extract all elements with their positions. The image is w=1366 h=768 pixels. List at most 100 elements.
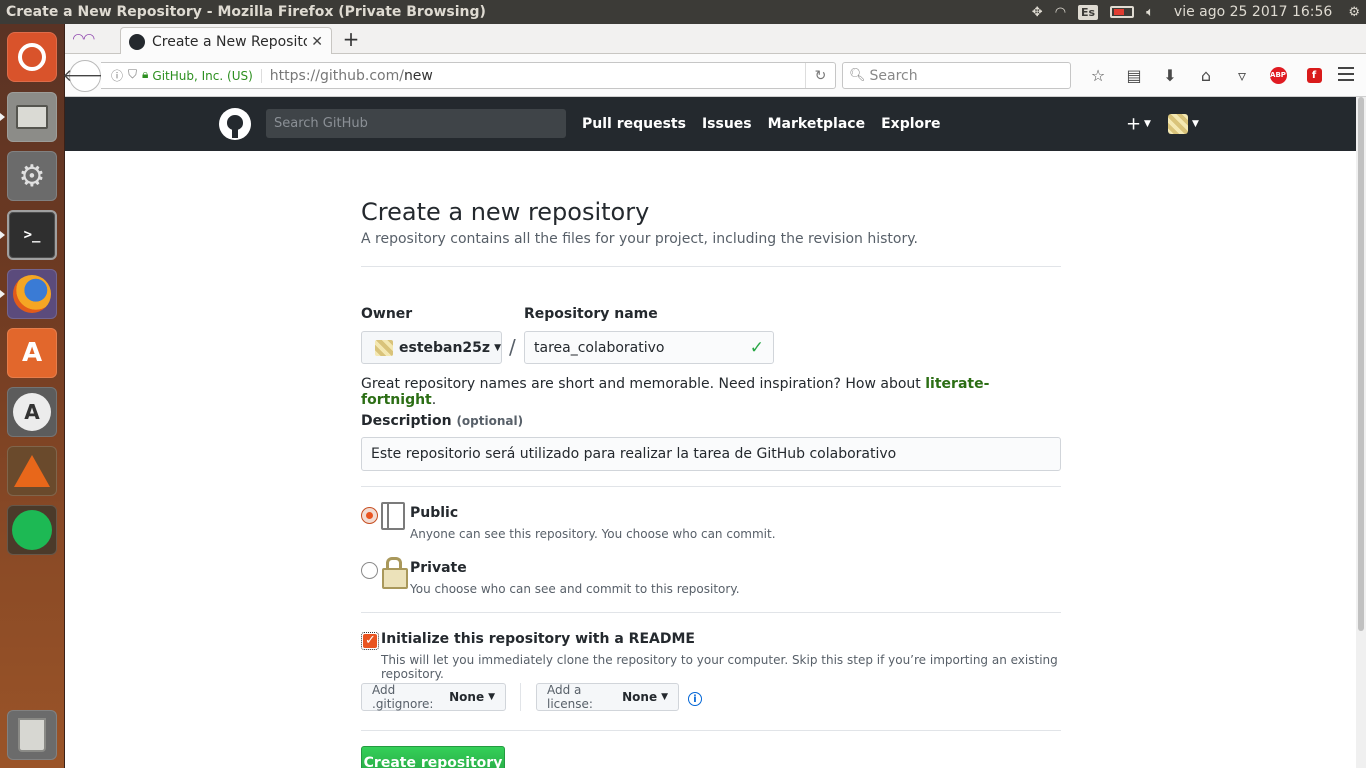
nav-marketplace[interactable]: Marketplace (768, 116, 865, 132)
create-new-dropdown[interactable]: + ▼ (1126, 113, 1151, 135)
owner-select[interactable]: esteban25z ▼ (361, 331, 502, 364)
hamburger-menu-icon[interactable] (1338, 67, 1354, 81)
visibility-public-title[interactable]: Public (410, 505, 458, 521)
github-search-input[interactable]: Search GitHub (266, 109, 566, 138)
description-label: Description (optional) (361, 413, 523, 429)
license-value: None (622, 690, 658, 704)
hint-text: Great repository names are short and mem… (361, 376, 926, 392)
browser-nav-bar: 🡐 ⓘ ⛉ 🔒︎ GitHub, Inc. (US) https://githu… (62, 54, 1366, 97)
page-scrollbar[interactable] (1356, 97, 1366, 768)
browser-search-input[interactable]: 🔍︎ Search (842, 62, 1071, 89)
battery-icon[interactable] (1104, 0, 1140, 24)
github-logo-icon[interactable] (219, 108, 251, 140)
close-icon[interactable]: ✕ (311, 34, 323, 50)
reload-icon[interactable]: ↻ (805, 63, 835, 88)
running-indicator (0, 290, 5, 298)
system-tray: ✥ ◠ Es 🔈︎ vie ago 25 2017 16:56 ⚙ (1026, 0, 1366, 24)
volume-muted-icon[interactable]: 🔈︎ (1140, 0, 1160, 24)
new-tab-button[interactable]: + (339, 27, 363, 51)
divider (361, 266, 1061, 267)
bookmark-star-icon[interactable]: ☆ (1080, 64, 1116, 86)
tab-title: Create a New Reposito (152, 33, 308, 50)
init-readme-checkbox[interactable]: ✓ (361, 632, 379, 650)
nav-explore[interactable]: Explore (881, 116, 940, 132)
url-bar[interactable]: ⓘ ⛉ 🔒︎ GitHub, Inc. (US) https://github.… (101, 62, 836, 89)
running-indicator (0, 231, 5, 239)
lock-icon (381, 557, 408, 589)
software-updater-icon[interactable]: A (7, 387, 57, 437)
browser-toolbar: ☆ ▤ ⬇ ⌂ ▿ ABP f (1080, 64, 1332, 86)
divider (361, 612, 1061, 613)
create-repository-button[interactable]: Create repository (361, 746, 505, 768)
system-settings-icon[interactable]: ⚙ (7, 151, 57, 201)
license-select[interactable]: Add a license: None ▼ (536, 683, 679, 711)
gitignore-value: None (449, 690, 485, 704)
home-icon[interactable]: ⌂ (1188, 64, 1224, 86)
spotify-icon[interactable] (7, 505, 57, 555)
browser-tab-bar: ◠◠ Create a New Reposito ✕ + (65, 24, 1366, 55)
visibility-public-note: Anyone can see this repository. You choo… (410, 527, 776, 541)
description-input[interactable]: Este repositorio será utilizado para rea… (361, 437, 1061, 471)
caret-down-icon: ▼ (1141, 119, 1151, 129)
trash-icon[interactable] (7, 710, 57, 760)
scrollbar-thumb[interactable] (1358, 97, 1364, 631)
adblock-plus-icon[interactable]: ABP (1260, 64, 1296, 86)
ubuntu-dash-icon[interactable] (7, 32, 57, 82)
downloads-icon[interactable]: ⬇ (1152, 64, 1188, 86)
owner-label: Owner (361, 306, 413, 322)
wifi-icon[interactable]: ◠ (1049, 0, 1072, 24)
url-host: https://github.com/ (269, 67, 404, 84)
site-identity-label[interactable]: GitHub, Inc. (US) (152, 68, 262, 83)
divider (361, 486, 1061, 487)
info-icon[interactable]: ⓘ (111, 67, 123, 84)
tracking-shield-icon[interactable]: ⛉ (128, 67, 137, 84)
visibility-private-note: You choose who can see and commit to thi… (410, 582, 740, 596)
site-info-icons[interactable]: ⓘ ⛉ 🔒︎ (101, 67, 152, 84)
check-icon: ✓ (749, 337, 764, 358)
nav-pull-requests[interactable]: Pull requests (582, 116, 686, 132)
terminal-icon[interactable]: >_ (7, 210, 57, 260)
gitignore-label: Add .gitignore: (372, 683, 434, 711)
caret-down-icon: ▼ (661, 692, 668, 702)
repo-name-input[interactable]: tarea_colaborativo ✓ (524, 331, 774, 364)
page-subtitle: A repository contains all the files for … (361, 231, 918, 247)
clock[interactable]: vie ago 25 2017 16:56 (1160, 4, 1342, 20)
github-nav: Pull requests Issues Marketplace Explore (582, 97, 941, 151)
divider (361, 730, 1061, 731)
description-value: Este repositorio será utilizado para rea… (371, 446, 897, 462)
avatar (375, 339, 393, 356)
url-text[interactable]: https://github.com/new (270, 68, 805, 84)
visibility-private-title[interactable]: Private (410, 560, 467, 576)
init-readme-label[interactable]: Initialize this repository with a README (381, 631, 695, 647)
flash-plugin-icon[interactable]: f (1296, 64, 1332, 86)
repo-name-hint: Great repository names are short and mem… (361, 376, 1061, 408)
info-icon[interactable]: i (688, 692, 702, 706)
keyboard-layout-indicator[interactable]: Es (1072, 0, 1104, 24)
bookmarks-menu-icon[interactable]: ▤ (1116, 64, 1152, 86)
search-icon: 🔍︎ (849, 68, 866, 83)
firefox-icon[interactable] (7, 269, 57, 319)
files-icon[interactable] (7, 92, 57, 142)
gear-icon[interactable]: ⚙ (1342, 0, 1366, 24)
software-center-icon[interactable]: A (7, 328, 57, 378)
tab-active[interactable]: Create a New Reposito ✕ (120, 27, 332, 55)
github-favicon-icon (129, 33, 145, 50)
nav-issues[interactable]: Issues (702, 116, 752, 132)
owner-repo-separator: / (509, 335, 516, 359)
github-header: Search GitHub Pull requests Issues Marke… (65, 97, 1356, 151)
back-button[interactable]: 🡐 (62, 60, 108, 92)
avatar (1168, 114, 1188, 134)
check-icon: ✓ (365, 633, 376, 648)
lock-icon: 🔒︎ (142, 67, 149, 81)
window-title: Create a New Repository - Mozilla Firefo… (6, 4, 486, 20)
visibility-private-radio[interactable] (361, 562, 378, 579)
plus-icon: + (1126, 113, 1142, 135)
pocket-icon[interactable]: ▿ (1224, 64, 1260, 86)
repo-book-icon (381, 502, 405, 530)
user-menu-dropdown[interactable]: ▼ (1168, 114, 1199, 134)
dropbox-icon[interactable]: ✥ (1026, 0, 1049, 24)
visibility-public-radio[interactable] (361, 507, 378, 524)
gitignore-select[interactable]: Add .gitignore: None ▼ (361, 683, 506, 711)
divider (520, 683, 521, 711)
matlab-icon[interactable] (7, 446, 57, 496)
